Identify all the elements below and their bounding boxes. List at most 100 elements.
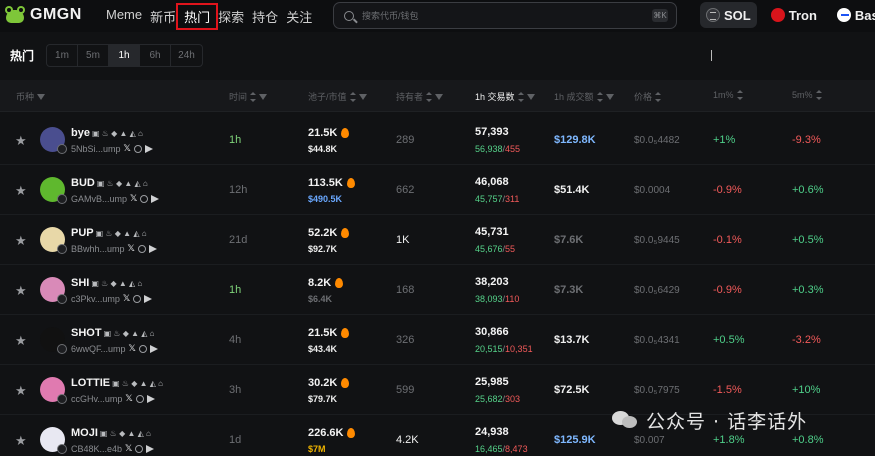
token-symbol[interactable]: PUP ▣ ♨ ◆ ▲ ◭ ⌂: [71, 227, 147, 239]
tab-1h[interactable]: 1h: [109, 44, 140, 66]
col-age[interactable]: 时间: [229, 90, 268, 103]
tab-1m[interactable]: 1m: [47, 44, 78, 66]
filter-icon[interactable]: [526, 93, 535, 100]
table-row[interactable]: ★ SHOT ▣ ♨ ◆ ▲ ◭ ⌂ 6wwQF...ump 𝕏 4h 21.5K $43.4…: [0, 315, 875, 365]
x-twitter-icon[interactable]: 𝕏: [130, 193, 137, 204]
star-icon[interactable]: ★: [15, 334, 27, 347]
table-row[interactable]: ★ bye ▣ ♨ ◆ ▲ ◭ ⌂ 5NbSi...ump 𝕏 1h 21.5K $44.8K…: [0, 115, 875, 165]
sort-icon[interactable]: [250, 91, 257, 102]
website-icon[interactable]: [140, 194, 149, 203]
sort-icon[interactable]: [736, 90, 743, 100]
nav-holdings[interactable]: 持仓: [252, 7, 278, 26]
col-volume[interactable]: 1h 成交额: [554, 90, 614, 103]
col-pool-mcap[interactable]: 池子/市值: [308, 90, 367, 103]
website-icon[interactable]: [133, 144, 142, 153]
telegram-icon[interactable]: [149, 344, 158, 353]
token-symbol[interactable]: SHOT ▣ ♨ ◆ ▲ ◭ ⌂: [71, 327, 154, 339]
sort-icon[interactable]: [517, 91, 524, 102]
sort-icon[interactable]: [815, 90, 822, 100]
website-icon[interactable]: [135, 444, 144, 453]
website-icon[interactable]: [135, 394, 144, 403]
token-symbol[interactable]: SHI ▣ ♨ ◆ ▲ ◭ ⌂: [71, 277, 142, 289]
nav-following[interactable]: 关注: [286, 7, 312, 26]
token-address[interactable]: 6wwQF...ump 𝕏: [71, 343, 158, 354]
logo[interactable]: GMGN: [4, 5, 82, 25]
star-icon[interactable]: ★: [15, 234, 27, 247]
token-symbol[interactable]: BUD ▣ ♨ ◆ ▲ ◭ ⌂: [71, 177, 148, 189]
nav-meme[interactable]: Meme: [106, 7, 142, 26]
table-row[interactable]: ★ PUP ▣ ♨ ◆ ▲ ◭ ⌂ BBwhh...ump 𝕏 21d 52.2K $92.7…: [0, 215, 875, 265]
telegram-icon[interactable]: [144, 294, 153, 303]
tx-buy-sell: 20,515/10,351: [475, 344, 533, 354]
token-address[interactable]: c3Pkv...ump 𝕏: [71, 293, 153, 304]
x-twitter-icon[interactable]: 𝕏: [125, 393, 132, 404]
sort-icon[interactable]: [349, 91, 356, 102]
col-holders[interactable]: 持有者: [396, 90, 444, 103]
token-address[interactable]: 5NbSi...ump 𝕏: [71, 143, 153, 154]
token-symbol-text: bye: [71, 127, 90, 139]
token-symbol[interactable]: bye ▣ ♨ ◆ ▲ ◭ ⌂: [71, 127, 143, 139]
x-twitter-icon[interactable]: 𝕏: [128, 243, 135, 254]
telegram-icon[interactable]: [146, 444, 155, 453]
telegram-icon[interactable]: [146, 394, 155, 403]
token-symbol[interactable]: LOTTIE ▣ ♨ ◆ ▲ ◭ ⌂: [71, 377, 163, 389]
x-twitter-icon[interactable]: 𝕏: [125, 443, 132, 454]
website-icon[interactable]: [137, 244, 146, 253]
table-row[interactable]: ★ SHI ▣ ♨ ◆ ▲ ◭ ⌂ c3Pkv...ump 𝕏 1h 8.2K $6.4K 16…: [0, 265, 875, 315]
token-address[interactable]: BBwhh...ump 𝕏: [71, 243, 157, 254]
star-icon[interactable]: ★: [15, 384, 27, 397]
volume: $7.6K: [554, 234, 584, 246]
website-icon[interactable]: [138, 344, 147, 353]
star-icon[interactable]: ★: [15, 284, 27, 297]
x-twitter-icon[interactable]: 𝕏: [129, 343, 136, 354]
chain-sol[interactable]: SOL: [700, 2, 757, 28]
token-address[interactable]: ccGHv...ump 𝕏: [71, 393, 155, 404]
token-address[interactable]: GAMvB...ump 𝕏: [71, 193, 160, 204]
table-row[interactable]: ★ BUD ▣ ♨ ◆ ▲ ◭ ⌂ GAMvB...ump 𝕏 12h 113.5K $490…: [0, 165, 875, 215]
filter-icon[interactable]: [37, 93, 46, 100]
chain-tron[interactable]: Tron: [765, 2, 823, 28]
col-1m[interactable]: 1m%: [713, 90, 743, 100]
sort-icon[interactable]: [655, 91, 662, 102]
token-address[interactable]: CB48K...e4b 𝕏: [71, 443, 155, 454]
filter-icon[interactable]: [259, 93, 268, 100]
tab-6h[interactable]: 6h: [140, 44, 171, 66]
star-icon[interactable]: ★: [15, 184, 27, 197]
sort-icon[interactable]: [426, 91, 433, 102]
token-age: 3h: [229, 384, 242, 396]
main-nav: Meme 新币 热门 探索 持仓 关注: [106, 3, 320, 30]
change-1m: -1.5%: [713, 384, 742, 396]
filter-icon[interactable]: [358, 93, 367, 100]
x-twitter-icon[interactable]: 𝕏: [124, 143, 131, 154]
holders-count: 1K: [396, 234, 410, 246]
search-box[interactable]: ⌘K: [333, 2, 677, 29]
col-price[interactable]: 价格: [634, 90, 662, 103]
col-txs[interactable]: 1h 交易数: [475, 90, 535, 103]
token-symbol[interactable]: MOJI ▣ ♨ ◆ ▲ ◭ ⌂: [71, 427, 151, 439]
token-age: 21d: [229, 234, 248, 246]
col-token[interactable]: 币种: [16, 90, 46, 103]
search-input[interactable]: [362, 10, 642, 21]
filter-icon[interactable]: [605, 93, 614, 100]
nav-new-coins[interactable]: 新币: [150, 7, 176, 26]
tab-24h[interactable]: 24h: [171, 45, 202, 66]
star-icon[interactable]: ★: [15, 434, 27, 447]
sell-count: 455: [505, 144, 521, 154]
nav-trending[interactable]: 热门: [176, 3, 219, 30]
tx-count: 57,393: [475, 126, 509, 138]
tab-5m[interactable]: 5m: [78, 44, 109, 66]
token-avatar: [40, 227, 67, 254]
website-icon[interactable]: [133, 294, 142, 303]
telegram-icon[interactable]: [151, 194, 160, 203]
chain-base[interactable]: Base: [831, 2, 875, 28]
telegram-icon[interactable]: [144, 144, 153, 153]
x-twitter-icon[interactable]: 𝕏: [123, 293, 130, 304]
volume: $72.5K: [554, 384, 590, 396]
col-5m[interactable]: 5m%: [792, 90, 822, 100]
telegram-icon[interactable]: [148, 244, 157, 253]
star-icon[interactable]: ★: [15, 134, 27, 147]
sort-icon[interactable]: [596, 91, 603, 102]
timeframe-bar: 热门 1m 5m 1h 6h 24h: [0, 40, 203, 70]
nav-explore[interactable]: 探索: [218, 7, 244, 26]
filter-icon[interactable]: [435, 93, 444, 100]
